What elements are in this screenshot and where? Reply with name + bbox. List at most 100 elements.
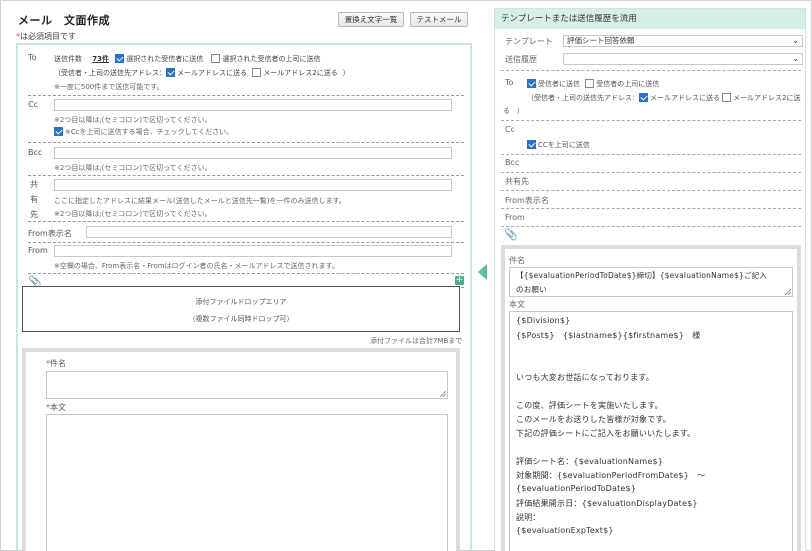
template-select-value: 評価シート回答依頼 [567,36,635,45]
r-recipients-label: 受信者に送信 [538,80,580,88]
attachment-limit-note: 添付ファイルは合計7MBまで [370,337,463,345]
r-subject-textarea[interactable]: 【{$evaluationPeriodToDate$}締切】{$evaluati… [509,267,793,297]
cc-note: ※2つ目以降は;(セミコロン)で区切ってください。 [54,116,212,124]
resize-grip-icon[interactable] [785,289,791,295]
r-body-line: このメールをお送りした皆様が対象です。 [516,415,671,424]
r-body-line: 下記の評価シートにご記入をお願いいたします。 [516,429,696,438]
history-select[interactable]: ⌄ [563,53,803,65]
r-cc-option: CCを上司に送信 [527,140,590,150]
r-mail1-checkbox[interactable] [639,93,648,102]
mail2-label: メールアドレス2に送る [263,69,338,77]
template-message-box: 件名 【{$evaluationPeriodToDate$}締切】{$evalu… [501,245,801,551]
r-recipients-checkbox[interactable] [527,79,536,88]
divider [501,172,801,173]
r-body-line: この度、評価シートを実施いたします。 [516,401,663,410]
divider [501,190,801,191]
r-cc-checkbox[interactable] [527,140,536,149]
selected-bosses-label: 選択された受信者の上司に送信 [222,55,321,63]
subject-label: *件名 [46,358,66,369]
drop-area-title: 添付ファイルドロップエリア [195,298,287,306]
attachment-drop-area[interactable]: 添付ファイルドロップエリア （複数ファイル同時ドロップ可） [22,286,460,332]
r-body-line: {$Division$} [516,316,571,325]
send-count-value[interactable]: 73件 [92,55,109,63]
shared-note-2: ※2つ目以降は;(セミコロン)で区切ってください。 [54,210,212,218]
r-body-line: 説明： [516,513,541,522]
cc-boss-checkbox[interactable] [54,127,63,136]
r-subject-line-1: 【{$evaluationPeriodToDate$}締切】{$evaluati… [516,271,768,280]
r-cc-label: Cc [505,125,515,134]
shared-input[interactable] [54,179,452,191]
mail1-checkbox[interactable] [166,68,175,77]
r-bosses-checkbox[interactable] [585,79,595,88]
bcc-input[interactable] [54,147,452,159]
add-attachment-button[interactable]: + [455,276,464,285]
selected-recipients-checkbox[interactable] [115,54,125,63]
r-bosses-label: 受信者の上司に送信 [596,80,660,88]
resize-grip-icon[interactable] [440,391,446,397]
mail1-label: メールアドレスに送る [177,69,247,77]
r-address-wrap: る ） [503,107,524,115]
r-subject-label: 件名 [509,256,525,265]
r-cc-check-label: CCを上司に送信 [538,141,590,149]
divider [28,142,464,143]
from-note: ※空欄の場合、From表示名・Fromはログイン者の氏名・メールアドレスで送信さ… [54,262,339,270]
cc-boss-option: ※Ccを上司に送信する場合、チェックしてください。 [54,127,233,137]
r-body-line: {$Post$} {$lastname$}{$firstname$} 様 [516,331,701,340]
divider [501,226,801,227]
send-count-label: 送信件数 [54,55,82,63]
r-body-line: {$evaluationPeriodToDate$} [516,484,637,493]
template-select[interactable]: 評価シート回答依頼 ⌄ [563,35,803,47]
divider [28,95,464,96]
cc-boss-label: ※Ccを上司に送信する場合、チェックしてください。 [65,128,234,136]
cc-input[interactable] [54,99,452,111]
r-mail1-label: メールアドレスに送る [650,94,720,102]
to-limit-note: ※一度に500件まで送信可能です。 [54,83,164,91]
r-body-line: 評価結果開示日：{$evaluationDisplayDate$} [516,499,698,508]
replace-text-list-button[interactable]: 置換え文字一覧 [338,12,404,27]
shared-label-2: 有 [30,195,38,204]
to-address-label: （受信者・上司の送信先アドレス： [54,69,166,77]
required-note-text: は必須項目です [20,32,76,41]
collapse-arrow-icon[interactable] [478,264,487,280]
to-address-options: （受信者・上司の送信先アドレス： メールアドレスに送る メールアドレス2に送る ） [54,68,350,78]
required-note: *は必須項目です [16,31,76,42]
to-label: To [28,53,37,62]
r-body-line: いつも大変お世話になっております。 [516,373,654,382]
divider [28,273,464,274]
template-pane: テンプレートまたは送信履歴を流用 テンプレート 評価シート回答依頼 ⌄ 送信履歴 … [494,8,806,551]
divider [501,154,801,155]
bcc-label: Bcc [28,148,43,157]
mail2-checkbox[interactable] [252,68,262,77]
test-mail-button[interactable]: テストメール [410,12,468,27]
body-label: *本文 [46,402,66,413]
chevron-down-icon: ⌄ [792,36,799,45]
paperclip-icon: 📎 [504,228,518,241]
r-body-line: 対象期間：{$evaluationPeriodFromDate$} ～ [516,471,706,480]
r-body-line: 評価シート名：{$evaluationName$} [516,457,664,466]
template-pane-header: テンプレートまたは送信履歴を流用 [495,9,805,29]
subject-textarea[interactable] [46,371,448,399]
r-from-display-label: From表示名 [505,196,549,205]
r-mail2-checkbox[interactable] [722,93,731,102]
r-body-textarea[interactable]: {$Division$} {$Post$} {$lastname$}{$firs… [509,311,793,551]
message-box: *件名 *本文 [22,348,460,551]
from-label: From [28,246,48,255]
cc-label: Cc [28,100,38,109]
from-display-input[interactable] [86,226,452,238]
r-mail2-label: メールアドレス2に送 [733,94,801,102]
r-to-label: To [505,78,514,87]
to-options: 送信件数 73件 選択された受信者に送信 選択された受信者の上司に送信 [54,54,320,64]
template-label: テンプレート [505,37,553,46]
from-input[interactable] [54,245,452,257]
divider [501,120,801,121]
to-address-close: ） [342,69,350,77]
divider [501,208,801,209]
subject-label-text: 件名 [50,359,66,368]
chevron-down-icon: ⌄ [792,54,799,63]
shared-label-3: 先 [30,210,38,219]
body-textarea[interactable] [46,414,448,551]
r-from-label: From [505,213,525,222]
divider [501,70,801,71]
selected-bosses-checkbox[interactable] [211,54,221,63]
from-display-label: From表示名 [28,229,72,238]
